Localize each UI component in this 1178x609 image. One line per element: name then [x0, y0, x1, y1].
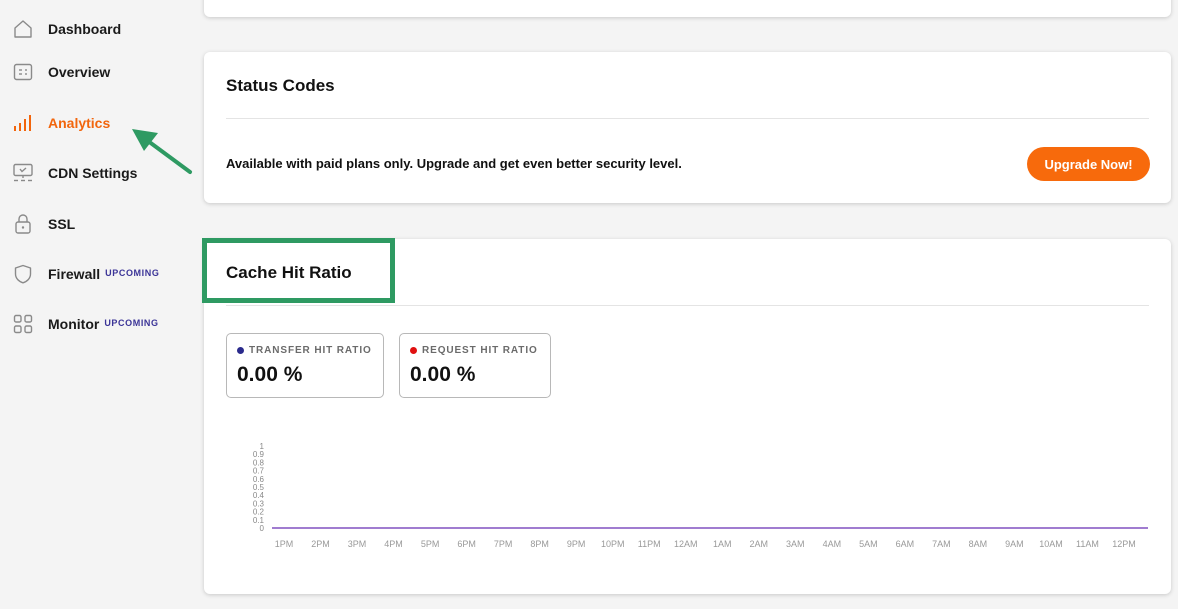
y-tick-label: 0.3: [253, 499, 265, 508]
sidebar-item-label: Firewall: [48, 266, 101, 282]
annotation-highlight-box: [202, 238, 395, 303]
x-tick-label: 2PM: [311, 539, 330, 549]
transfer-hit-ratio-label: TRANSFER HIT RATIO: [249, 345, 372, 356]
y-tick-label: 0.6: [253, 475, 265, 484]
sidebar-item-label: Analytics: [48, 115, 111, 131]
x-tick-label: 12PM: [1112, 539, 1136, 549]
upcoming-badge: UPCOMING: [105, 268, 160, 278]
sidebar-item-overview[interactable]: Overview: [10, 57, 190, 87]
grid-icon: [10, 313, 36, 335]
status-codes-card: Status Codes Available with paid plans o…: [204, 52, 1171, 203]
x-tick-label: 5PM: [421, 539, 440, 549]
x-tick-label: 8PM: [530, 539, 549, 549]
sidebar-item-label: Monitor: [48, 316, 100, 332]
x-tick-label: 6PM: [457, 539, 476, 549]
upgrade-message: Available with paid plans only. Upgrade …: [226, 156, 682, 171]
x-tick-label: 10AM: [1039, 539, 1063, 549]
sidebar: Dashboard Overview Analytics CDN Setting…: [0, 0, 192, 609]
divider: [226, 118, 1149, 119]
transfer-dot: [237, 347, 244, 354]
sidebar-item-label: Dashboard: [48, 21, 122, 37]
y-tick-label: 0.8: [253, 458, 265, 467]
annotation-arrow-icon: [132, 129, 192, 174]
sidebar-item-label: Overview: [48, 64, 111, 80]
lock-icon: [10, 213, 36, 235]
upcoming-badge: UPCOMING: [104, 318, 159, 328]
x-tick-label: 9AM: [1005, 539, 1024, 549]
x-tick-label: 11AM: [1076, 539, 1099, 549]
x-tick-label: 6AM: [896, 539, 915, 549]
overview-icon: [10, 61, 36, 83]
x-tick-label: 4PM: [384, 539, 403, 549]
sidebar-item-label: CDN Settings: [48, 165, 138, 181]
x-tick-label: 2AM: [750, 539, 769, 549]
x-tick-label: 12AM: [674, 539, 698, 549]
x-tick-label: 7AM: [932, 539, 951, 549]
request-hit-ratio-value: 0.00 %: [410, 363, 476, 386]
sidebar-item-firewall[interactable]: Firewall UPCOMING: [10, 259, 190, 289]
stat-label: REQUEST HIT RATIO: [410, 345, 538, 356]
y-tick-label: 0.5: [253, 483, 265, 492]
x-tick-label: 3AM: [786, 539, 805, 549]
sidebar-item-monitor[interactable]: Monitor UPCOMING: [10, 309, 190, 339]
x-tick-label: 4AM: [823, 539, 842, 549]
sidebar-item-label: SSL: [48, 216, 76, 232]
y-tick-label: 0.9: [253, 450, 265, 459]
top-card: [204, 0, 1171, 17]
x-tick-label: 10PM: [601, 539, 625, 549]
x-tick-label: 8AM: [969, 539, 988, 549]
status-codes-title: Status Codes: [226, 76, 335, 95]
x-tick-label: 11PM: [638, 539, 661, 549]
y-tick-label: 0: [260, 524, 265, 533]
upgrade-now-button[interactable]: Upgrade Now!: [1027, 147, 1150, 181]
x-tick-label: 7PM: [494, 539, 513, 549]
cdn-icon: [10, 162, 36, 184]
sidebar-item-dashboard[interactable]: Dashboard: [10, 14, 190, 44]
divider: [226, 305, 1149, 306]
y-tick-label: 1: [260, 442, 265, 451]
sidebar-item-ssl[interactable]: SSL: [10, 209, 190, 239]
stat-label: TRANSFER HIT RATIO: [237, 345, 372, 356]
y-tick-label: 0.2: [253, 508, 265, 517]
home-icon: [10, 18, 36, 40]
shield-icon: [10, 263, 36, 285]
request-hit-ratio-label: REQUEST HIT RATIO: [422, 345, 538, 356]
request-hit-ratio-box: REQUEST HIT RATIO 0.00 %: [399, 333, 551, 398]
y-tick-label: 0.4: [253, 491, 265, 500]
x-tick-label: 1PM: [275, 539, 294, 549]
x-tick-label: 3PM: [348, 539, 367, 549]
x-tick-label: 5AM: [859, 539, 878, 549]
y-tick-label: 0.1: [253, 516, 265, 525]
cache-hit-ratio-chart: 00.10.20.30.40.50.60.70.80.911PM 2PM 3PM 4P…: [253, 442, 1148, 549]
request-dot: [410, 347, 417, 354]
analytics-icon: [10, 112, 36, 134]
transfer-hit-ratio-value: 0.00 %: [237, 363, 303, 386]
x-tick-label: 1AM: [713, 539, 732, 549]
transfer-hit-ratio-box: TRANSFER HIT RATIO 0.00 %: [226, 333, 384, 398]
x-tick-label: 9PM: [567, 539, 586, 549]
y-tick-label: 0.7: [253, 467, 265, 476]
